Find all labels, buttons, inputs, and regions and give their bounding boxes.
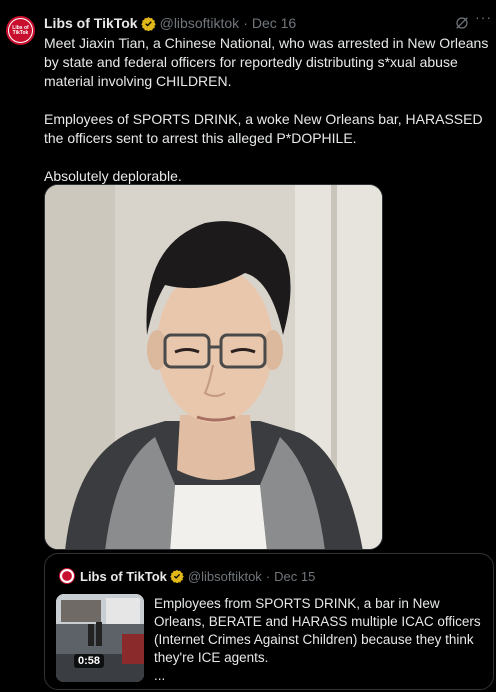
tweet-header: Libs of TikTok @libsoftiktok · Dec 16	[44, 13, 486, 33]
quoted-tweet-header: Libs of TikTok @libsoftiktok · Dec 15	[80, 567, 315, 585]
tweet[interactable]: Libs of TikTok Libs of TikTok @libsoftik…	[0, 0, 496, 692]
quoted-author-avatar[interactable]	[59, 568, 75, 584]
quoted-author-handle[interactable]: @libsoftiktok	[188, 569, 262, 584]
avatar-logo: Libs of TikTok	[9, 19, 32, 42]
tweet-text: Meet Jiaxin Tian, a Chinese National, wh…	[44, 34, 490, 205]
quoted-tweet-ellipsis: ...	[154, 668, 166, 683]
tweet-paragraph-2: Employees of SPORTS DRINK, a woke New Or…	[44, 111, 483, 146]
quoted-tweet-body: Employees from SPORTS DRINK, a bar in Ne…	[154, 596, 481, 665]
quoted-author-name[interactable]: Libs of TikTok	[80, 569, 167, 584]
more-options-icon[interactable]: ···	[475, 9, 492, 25]
author-name[interactable]: Libs of TikTok	[44, 15, 138, 31]
quoted-tweet-text: Employees from SPORTS DRINK, a bar in Ne…	[154, 595, 489, 685]
separator-dot: ·	[243, 15, 248, 31]
mugshot-image	[45, 185, 382, 549]
tweet-photo[interactable]	[44, 184, 383, 550]
tweet-paragraph-1: Meet Jiaxin Tian, a Chinese National, wh…	[44, 35, 489, 89]
avatar-text-line-2: TikTok	[12, 29, 29, 36]
quoted-tweet-date[interactable]: Dec 15	[274, 569, 315, 584]
video-frame-image	[56, 594, 144, 682]
author-avatar[interactable]: Libs of TikTok	[6, 16, 35, 45]
quoted-tweet[interactable]: Libs of TikTok @libsoftiktok · Dec 15 0:…	[44, 553, 494, 690]
verified-badge-icon	[170, 569, 184, 583]
separator-dot: ·	[265, 568, 271, 584]
author-handle[interactable]: @libsoftiktok	[160, 15, 240, 31]
quoted-video-thumbnail[interactable]: 0:58	[56, 594, 144, 682]
video-duration-badge: 0:58	[74, 654, 105, 668]
verified-badge-icon	[140, 16, 156, 31]
grok-icon[interactable]	[454, 15, 470, 36]
tweet-date[interactable]: Dec 16	[252, 15, 296, 31]
